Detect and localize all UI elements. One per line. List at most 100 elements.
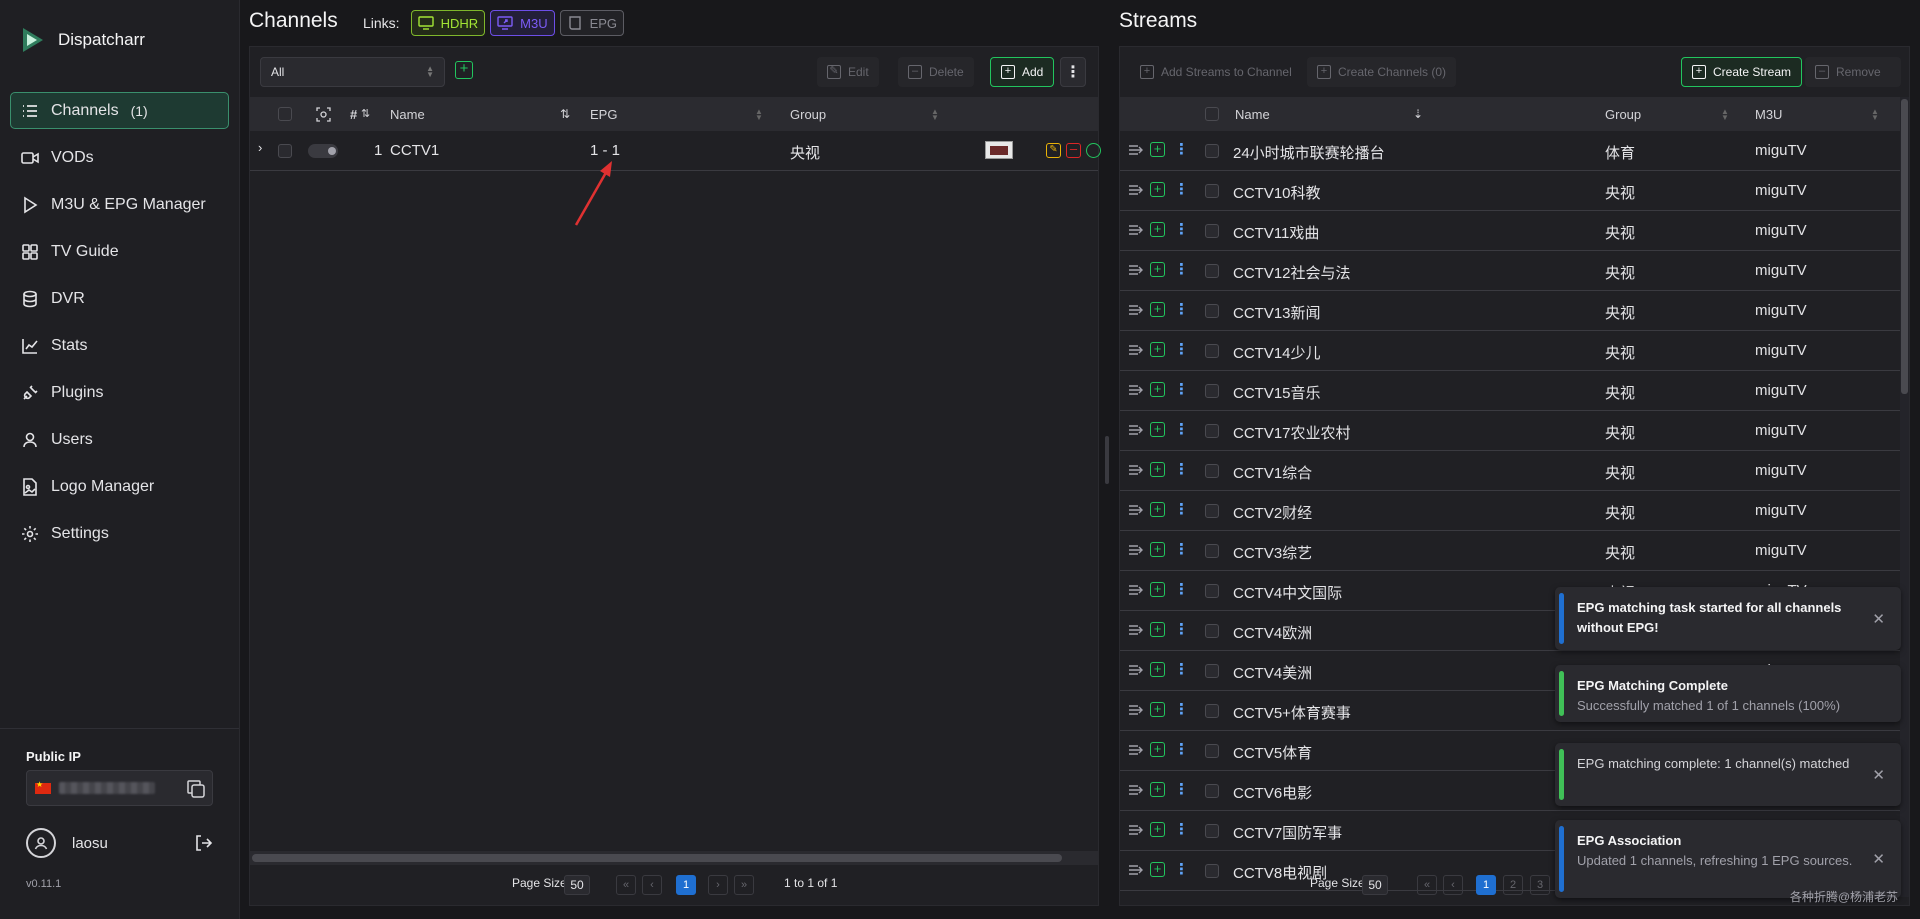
row-checkbox[interactable] <box>1205 504 1219 518</box>
add-to-channel-icon[interactable] <box>1128 542 1144 558</box>
row-menu-icon[interactable]: ⋮ <box>1174 260 1189 278</box>
create-channel-icon[interactable]: + <box>1150 342 1165 357</box>
first-page-button[interactable]: « <box>1417 875 1437 895</box>
row-menu-icon[interactable]: ⋮ <box>1174 740 1189 758</box>
column-group[interactable]: Group <box>790 107 826 122</box>
create-channel-icon[interactable]: + <box>1150 822 1165 837</box>
add-to-channel-icon[interactable] <box>1128 302 1144 318</box>
select-all-checkbox[interactable] <box>278 107 292 121</box>
toggle-switch[interactable] <box>308 144 338 158</box>
row-checkbox[interactable] <box>1205 584 1219 598</box>
add-to-channel-icon[interactable] <box>1128 142 1144 158</box>
row-menu-icon[interactable]: ⋮ <box>1174 460 1189 478</box>
sidebar-item-channels[interactable]: Channels (1) <box>10 92 229 129</box>
create-channel-icon[interactable]: + <box>1150 462 1165 477</box>
create-channel-icon[interactable]: + <box>1150 622 1165 637</box>
row-menu-icon[interactable]: ⋮ <box>1174 300 1189 318</box>
delete-button[interactable]: – Delete <box>898 57 974 87</box>
add-to-channel-icon[interactable] <box>1128 462 1144 478</box>
add-to-channel-icon[interactable] <box>1128 582 1144 598</box>
row-menu-icon[interactable]: ⋮ <box>1174 340 1189 358</box>
row-menu-icon[interactable]: ⋮ <box>1174 380 1189 398</box>
create-channel-icon[interactable]: + <box>1150 382 1165 397</box>
select-all-checkbox[interactable] <box>1205 107 1219 121</box>
row-checkbox[interactable] <box>1205 464 1219 478</box>
sort-icon[interactable]: ⇅ <box>560 107 570 121</box>
create-channel-icon[interactable]: + <box>1150 542 1165 557</box>
row-menu-icon[interactable]: ⋮ <box>1174 580 1189 598</box>
row-checkbox[interactable] <box>1205 544 1219 558</box>
row-checkbox[interactable] <box>1205 784 1219 798</box>
prev-page-button[interactable]: ‹ <box>1443 875 1463 895</box>
add-to-channel-icon[interactable] <box>1128 622 1144 638</box>
sidebar-item-tv-guide[interactable]: TV Guide <box>10 233 229 270</box>
row-menu-icon[interactable]: ⋮ <box>1174 420 1189 438</box>
create-channel-icon[interactable]: + <box>1150 582 1165 597</box>
row-menu-icon[interactable]: ⋮ <box>1174 620 1189 638</box>
column-group[interactable]: Group <box>1605 107 1641 122</box>
table-row[interactable]: + ⋮ CCTV12社会与法 央视 miguTV <box>1120 251 1902 291</box>
row-checkbox[interactable] <box>1205 184 1219 198</box>
copy-icon[interactable] <box>186 779 206 799</box>
row-checkbox[interactable] <box>1205 424 1219 438</box>
play-channel-icon[interactable] <box>1086 143 1101 158</box>
row-checkbox[interactable] <box>1205 344 1219 358</box>
first-page-button[interactable]: « <box>616 875 636 895</box>
brand[interactable]: Dispatcharr <box>20 26 145 54</box>
page-button[interactable]: 1 <box>676 875 696 895</box>
create-channel-icon[interactable]: + <box>1150 782 1165 797</box>
table-row[interactable]: + ⋮ CCTV2财经 央视 miguTV <box>1120 491 1902 531</box>
close-icon[interactable]: ✕ <box>1872 610 1885 630</box>
row-menu-icon[interactable]: ⋮ <box>1174 500 1189 518</box>
row-menu-icon[interactable]: ⋮ <box>1174 820 1189 838</box>
create-channel-icon[interactable]: + <box>1150 262 1165 277</box>
table-row[interactable]: + ⋮ CCTV10科教 央视 miguTV <box>1120 171 1902 211</box>
create-stream-button[interactable]: + Create Stream <box>1681 57 1803 87</box>
next-page-button[interactable]: › <box>708 875 728 895</box>
add-streams-to-channel-button[interactable]: + Add Streams to Channel <box>1130 57 1302 87</box>
scan-icon[interactable] <box>316 107 331 122</box>
page-button[interactable]: 3 <box>1530 875 1550 895</box>
row-menu-icon[interactable]: ⋮ <box>1174 140 1189 158</box>
page-size-select[interactable]: 50 <box>1362 875 1388 895</box>
row-checkbox[interactable] <box>1205 624 1219 638</box>
close-icon[interactable]: ✕ <box>1872 766 1885 786</box>
sidebar-item-vods[interactable]: VODs <box>10 139 229 176</box>
row-checkbox[interactable] <box>1205 304 1219 318</box>
close-icon[interactable]: ✕ <box>1872 850 1885 870</box>
row-checkbox[interactable] <box>1205 744 1219 758</box>
add-to-channel-icon[interactable] <box>1128 182 1144 198</box>
row-checkbox[interactable] <box>278 144 292 158</box>
sidebar-item-logo-manager[interactable]: Logo Manager <box>10 468 229 505</box>
create-channel-icon[interactable]: + <box>1150 422 1165 437</box>
column-name[interactable]: Name <box>1235 107 1270 122</box>
edit-button[interactable]: ✎ Edit <box>817 57 879 87</box>
create-channels-button[interactable]: + Create Channels (0) <box>1307 57 1457 87</box>
scrollbar-thumb[interactable] <box>252 854 1062 862</box>
add-to-channel-icon[interactable] <box>1128 342 1144 358</box>
add-channel-button[interactable]: + Add <box>990 57 1055 87</box>
row-checkbox[interactable] <box>1205 264 1219 278</box>
more-options-button[interactable]: ⋮ <box>1060 57 1086 87</box>
row-checkbox[interactable] <box>1205 384 1219 398</box>
add-to-channel-icon[interactable] <box>1128 822 1144 838</box>
panel-resize-handle[interactable] <box>1105 436 1109 484</box>
page-button[interactable]: 1 <box>1476 875 1496 895</box>
row-checkbox[interactable] <box>1205 224 1219 238</box>
hdhr-link-button[interactable]: HDHR <box>410 10 486 36</box>
row-menu-icon[interactable]: ⋮ <box>1174 660 1189 678</box>
add-to-channel-icon[interactable] <box>1128 782 1144 798</box>
delete-channel-icon[interactable]: – <box>1066 142 1081 158</box>
table-row[interactable]: + ⋮ CCTV14少儿 央视 miguTV <box>1120 331 1902 371</box>
avatar[interactable] <box>26 828 56 858</box>
table-row[interactable]: + ⋮ 24小时城市联赛轮播台 体育 miguTV <box>1120 131 1902 171</box>
page-button[interactable]: 2 <box>1503 875 1523 895</box>
table-row[interactable]: + ⋮ CCTV13新闻 央视 miguTV <box>1120 291 1902 331</box>
epg-link-button[interactable]: EPG <box>559 10 625 36</box>
create-channel-icon[interactable]: + <box>1150 222 1165 237</box>
column-m3u[interactable]: M3U <box>1755 107 1782 122</box>
row-menu-icon[interactable]: ⋮ <box>1174 220 1189 238</box>
sidebar-item-stats[interactable]: Stats <box>10 327 229 364</box>
channel-profile-select[interactable]: All ▲ ▼ <box>260 57 445 87</box>
last-page-button[interactable]: » <box>734 875 754 895</box>
